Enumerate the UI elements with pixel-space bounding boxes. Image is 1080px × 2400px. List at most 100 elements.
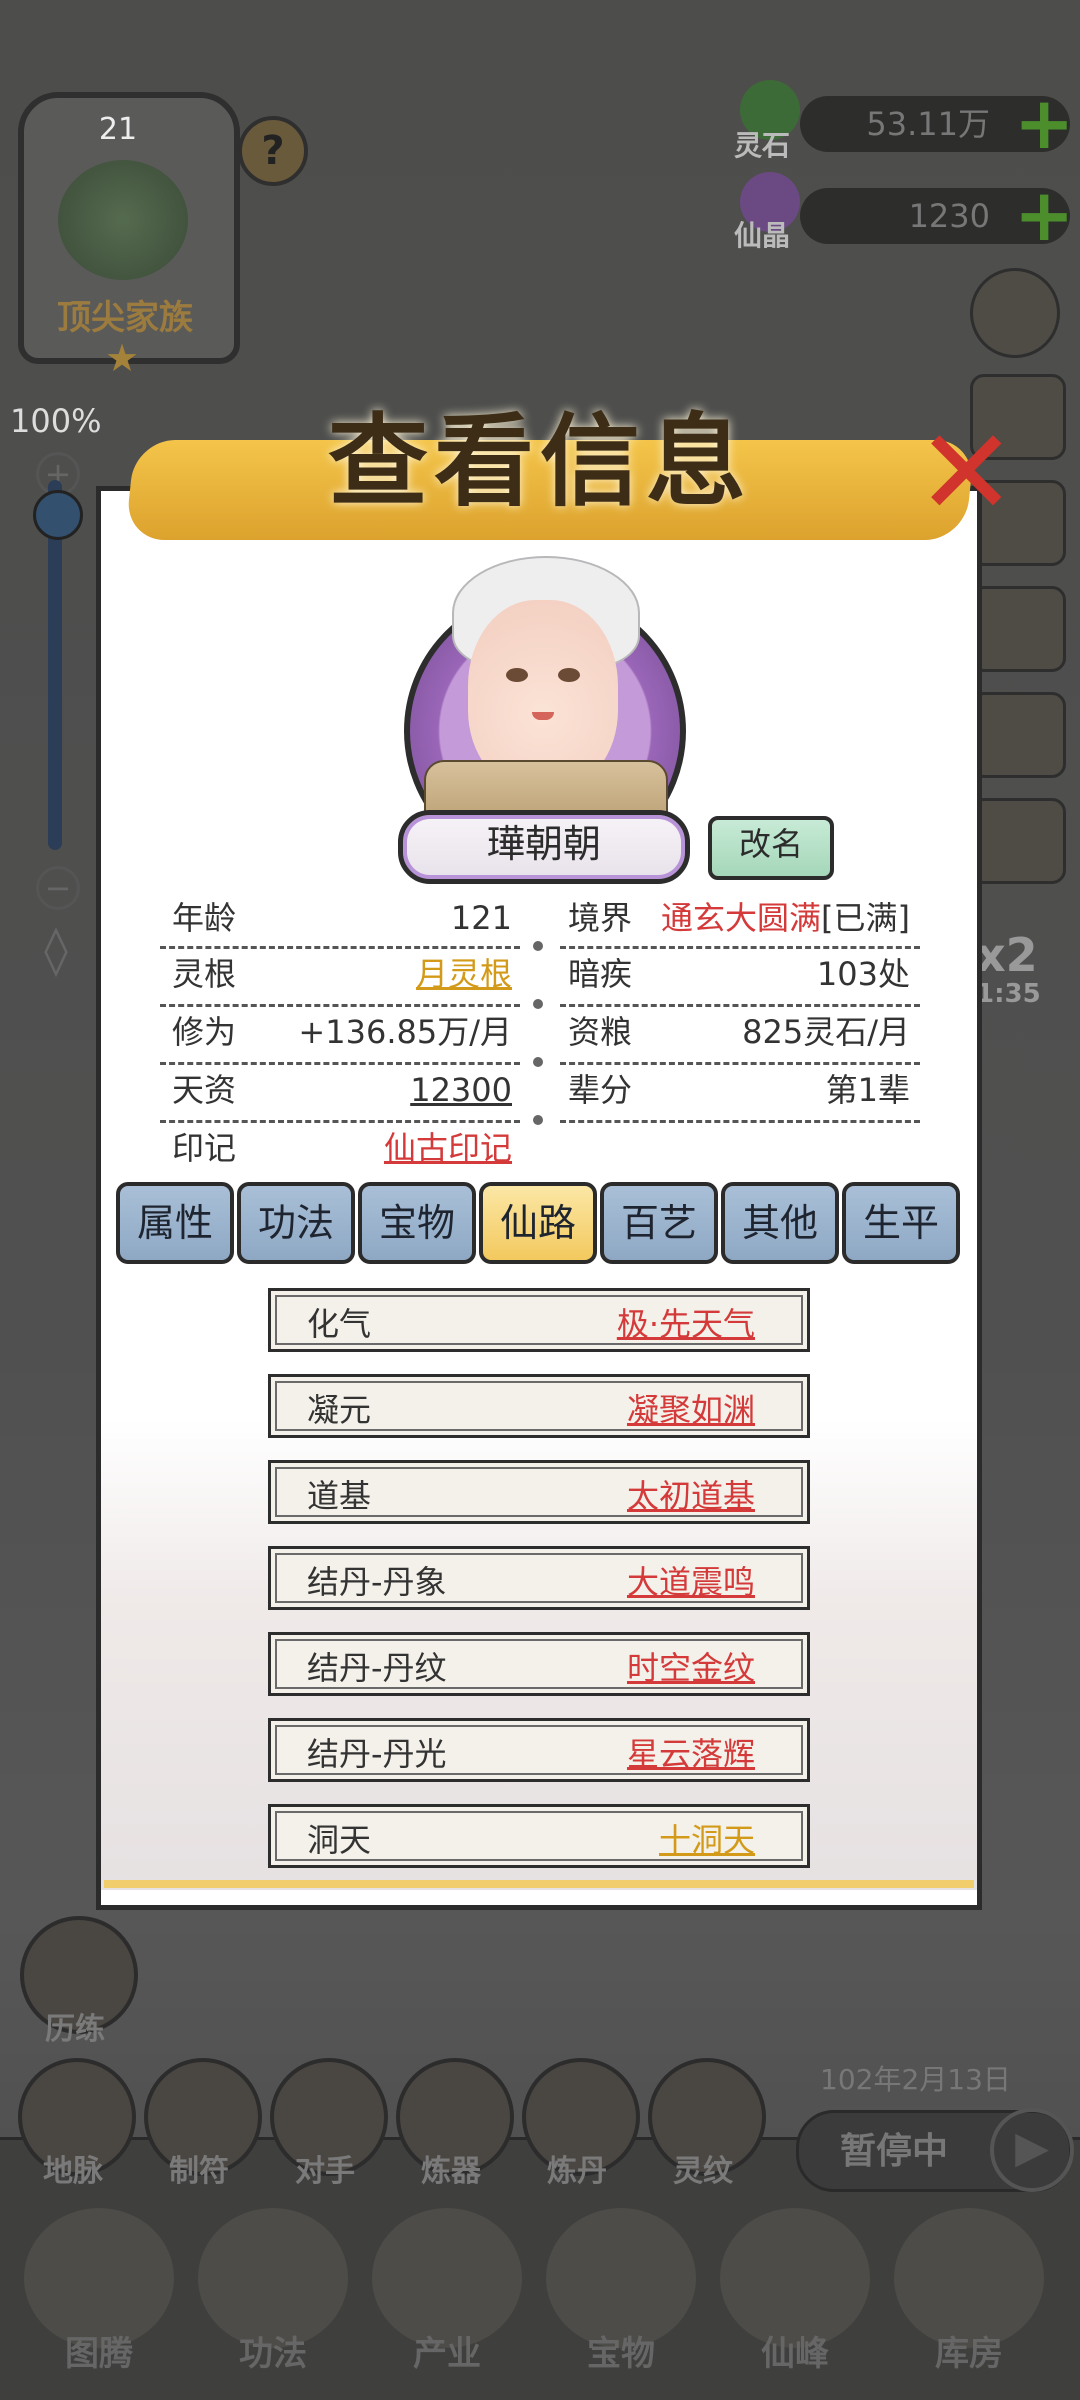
action-label-alchemy: 炼丹 xyxy=(547,2154,607,2189)
divider xyxy=(160,946,520,949)
generation-label: 辈分 xyxy=(568,1071,633,1109)
divider-dot xyxy=(533,1115,543,1125)
path-row: 化气 极·先天气 xyxy=(268,1288,810,1352)
dialog-title: 查看信息 xyxy=(328,403,752,520)
row-frame: 结丹-丹纹 时空金纹 xyxy=(275,1639,803,1689)
path-row-value[interactable]: 太初道基 xyxy=(627,1469,755,1523)
illness-label: 暗疾 xyxy=(568,955,633,993)
help-button[interactable]: ? xyxy=(238,116,308,186)
action-label-spirit-pattern: 灵纹 xyxy=(673,2154,733,2189)
path-row-value[interactable]: 十洞天 xyxy=(659,1813,755,1867)
root-value[interactable]: 月灵根 xyxy=(300,952,512,996)
action-label-forge: 炼器 xyxy=(421,2154,481,2189)
book-icon[interactable] xyxy=(970,692,1066,778)
speed-toggle[interactable]: x2 1:35 xyxy=(976,930,1076,1020)
path-row-label: 结丹-丹象 xyxy=(307,1563,447,1601)
talent-label: 天资 xyxy=(172,1071,237,1109)
path-row-label: 结丹-丹纹 xyxy=(307,1649,447,1687)
realm-label: 境界 xyxy=(568,899,633,937)
speed-multiplier: x2 xyxy=(976,928,1038,982)
path-row: 凝元 凝聚如渊 xyxy=(268,1374,810,1438)
divider xyxy=(160,1004,520,1007)
pouch-icon[interactable] xyxy=(970,586,1066,672)
salary-value: 825灵石/月 xyxy=(742,1013,910,1051)
tab-biography[interactable]: 生平 xyxy=(842,1182,960,1264)
action-label-talisman: 制符 xyxy=(169,2154,229,2189)
tab-skills[interactable]: 功法 xyxy=(237,1182,355,1264)
zoom-out-icon[interactable]: − xyxy=(36,866,80,910)
map-icon[interactable] xyxy=(970,798,1066,884)
realm-value-group: 通玄大圆满[已满] xyxy=(646,896,910,940)
divider-dot xyxy=(533,1057,543,1067)
taiji-settings-icon[interactable] xyxy=(970,268,1060,358)
resource-label-spirit-stone: 灵石 xyxy=(734,129,791,162)
row-frame: 洞天 十洞天 xyxy=(275,1811,803,1861)
age-label: 年龄 xyxy=(172,899,237,937)
game-date: 102年2月13日 xyxy=(820,2063,1011,2096)
root-label: 灵根 xyxy=(172,955,237,993)
action-label-earth-vein: 地脉 xyxy=(43,2154,103,2189)
row-frame: 凝元 凝聚如渊 xyxy=(275,1381,803,1431)
age-value: 121 xyxy=(450,899,512,937)
path-row-value[interactable]: 凝聚如渊 xyxy=(627,1383,755,1437)
nav-label-storehouse: 库房 xyxy=(935,2334,1003,2374)
row-frame: 结丹-丹光 星云落辉 xyxy=(275,1725,803,1775)
nav-label-skills: 功法 xyxy=(239,2334,307,2374)
add-immortal-crystal-button[interactable]: + xyxy=(1014,179,1074,251)
path-row-label: 洞天 xyxy=(307,1821,372,1859)
divider xyxy=(560,1062,920,1065)
rename-button[interactable]: 改名 xyxy=(708,816,834,880)
path-row-value[interactable]: 极·先天气 xyxy=(617,1297,755,1351)
path-row: 结丹-丹象 大道震鸣 xyxy=(268,1546,810,1610)
trial-label: 历练 xyxy=(45,2012,105,2047)
tab-immortal-path[interactable]: 仙路 xyxy=(479,1182,597,1264)
path-row-label: 结丹-丹光 xyxy=(307,1735,447,1773)
seal-label: 印记 xyxy=(172,1129,237,1167)
talent-value[interactable]: 12300 xyxy=(300,1068,512,1112)
divider xyxy=(160,1120,520,1123)
illness-value: 103处 xyxy=(816,955,910,993)
divider xyxy=(160,1062,520,1065)
seal-value[interactable]: 仙古印记 xyxy=(300,1126,512,1170)
path-row-value[interactable]: 时空金纹 xyxy=(627,1641,755,1695)
row-frame: 道基 太初道基 xyxy=(275,1467,803,1517)
divider xyxy=(560,946,920,949)
close-button[interactable]: ✕ xyxy=(916,414,1017,534)
resource-label-immortal-crystal: 仙晶 xyxy=(734,219,791,252)
divider-dot xyxy=(533,941,543,951)
tree-icon xyxy=(58,160,188,280)
path-row-label: 凝元 xyxy=(307,1391,372,1429)
path-row: 结丹-丹光 星云落辉 xyxy=(268,1718,810,1782)
row-frame: 化气 极·先天气 xyxy=(275,1295,803,1345)
zoom-percent: 100% xyxy=(10,402,102,440)
tab-other[interactable]: 其他 xyxy=(721,1182,839,1264)
row-frame: 结丹-丹象 大道震鸣 xyxy=(275,1553,803,1603)
zoom-slider-handle[interactable] xyxy=(33,490,83,540)
path-row-value[interactable]: 大道震鸣 xyxy=(627,1555,755,1609)
action-label-rival: 对手 xyxy=(295,2154,355,2189)
tab-treasures[interactable]: 宝物 xyxy=(358,1182,476,1264)
divider-dot xyxy=(533,999,543,1009)
salary-label: 资粮 xyxy=(568,1013,633,1051)
location-icon[interactable]: ◊ xyxy=(28,922,84,978)
path-row: 道基 太初道基 xyxy=(268,1460,810,1524)
divider xyxy=(560,1120,920,1123)
path-row-label: 道基 xyxy=(307,1477,372,1515)
tab-arts[interactable]: 百艺 xyxy=(600,1182,718,1264)
nav-label-totem: 图腾 xyxy=(65,2334,133,2374)
star-icon: ★ xyxy=(104,336,140,380)
tab-attributes[interactable]: 属性 xyxy=(116,1182,234,1264)
nav-label-treasure: 宝物 xyxy=(587,2334,655,2374)
add-spirit-stone-button[interactable]: + xyxy=(1014,87,1074,159)
realm-suffix: [已满] xyxy=(821,899,910,937)
portrait-eye-left xyxy=(506,668,528,682)
nav-label-industry: 产业 xyxy=(413,2334,481,2374)
dialog-bottom-border xyxy=(104,1880,974,1888)
cultivation-value: +136.85万/月 xyxy=(298,1013,512,1051)
clan-label: 顶尖家族 xyxy=(57,298,193,338)
nav-label-peak: 仙峰 xyxy=(761,2334,829,2374)
path-row-value[interactable]: 星云落辉 xyxy=(627,1727,755,1781)
play-icon[interactable]: ▶ xyxy=(990,2108,1074,2192)
character-name: 璍朝朝 xyxy=(398,810,690,884)
speed-timer: 1:35 xyxy=(976,979,1041,1009)
